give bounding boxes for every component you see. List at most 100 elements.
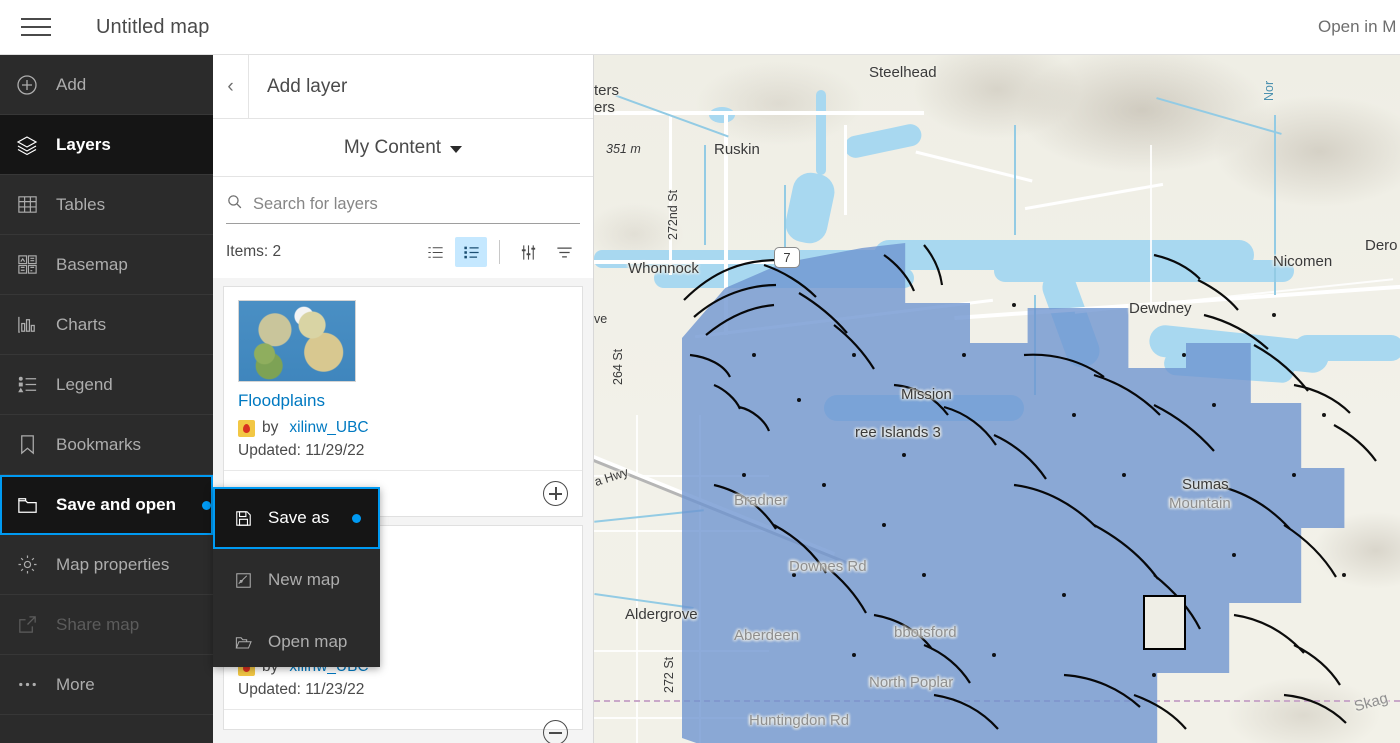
search-row [226, 193, 580, 224]
legend-list-icon [14, 372, 40, 398]
water-feature [816, 90, 826, 175]
results-toolbar: Items: 2 [226, 234, 580, 270]
sidebar-item-label: Charts [56, 314, 107, 334]
map-label: 272 St [662, 656, 676, 693]
sidebar-item-add[interactable]: Add [0, 55, 213, 115]
chevron-down-icon [450, 145, 463, 153]
road [844, 125, 847, 215]
sidebar-item-more[interactable]: More [0, 655, 213, 715]
sidebar-item-label: More [56, 674, 95, 694]
chevron-left-icon[interactable]: ‹ [213, 54, 249, 119]
menu-item-open-map[interactable]: Open map [213, 611, 380, 673]
road [636, 415, 638, 743]
map-label: Mountain [1169, 495, 1231, 512]
layer-owner-row: by xilinw_UBC [238, 419, 568, 437]
map-label: Aldergrove [625, 606, 698, 623]
map-label: ers [594, 99, 615, 116]
unsaved-changes-dot [201, 500, 211, 510]
sidebar-item-label: Basemap [56, 254, 128, 274]
map-label: Huntingdon Rd [749, 712, 850, 729]
menu-item-save-as[interactable]: Save as [213, 487, 380, 549]
save-and-open-flyout: Save as New map Open map [213, 487, 380, 667]
layer-title[interactable]: Floodplains [238, 391, 568, 411]
share-icon [14, 612, 40, 638]
card-footer [224, 709, 582, 743]
content-source-label: My Content [343, 136, 442, 158]
map-label: bbotsford [894, 624, 957, 641]
map-label: 264 St [611, 348, 625, 385]
sort-icon[interactable] [548, 237, 580, 267]
search-input[interactable] [253, 194, 580, 214]
bookmark-icon [14, 432, 40, 458]
gallery-list-view-icon[interactable] [455, 237, 487, 267]
menu-item-label: Save as [268, 508, 330, 527]
left-rail: Add Layers Tables Basemap Charts Legend … [0, 55, 213, 743]
world-map-thumbnail [238, 300, 356, 382]
hamburger-icon[interactable] [8, 0, 64, 55]
stream [704, 145, 706, 245]
by-label: by [262, 419, 279, 436]
map-label: North Poplar [869, 674, 954, 691]
sidebar-item-layers[interactable]: Layers [0, 115, 213, 175]
toolbar-divider [499, 240, 500, 264]
ellipsis-icon [14, 672, 40, 698]
new-map-icon [233, 570, 253, 590]
remove-layer-minus-icon[interactable] [543, 720, 568, 743]
sidebar-item-label: Add [56, 74, 87, 94]
card-body: Floodplains by xilinw_UBC Updated: 11/29… [224, 287, 582, 470]
list-view-icon[interactable] [419, 237, 451, 267]
view-tools [419, 237, 580, 267]
sidebar-item-label: Map properties [56, 554, 170, 574]
sidebar-item-label: Save and open [56, 495, 176, 514]
map-label: Mission [901, 386, 952, 403]
top-bar: Untitled map Open in M [0, 0, 1400, 55]
filter-sliders-icon[interactable] [512, 237, 544, 267]
map-label: Whonnock [628, 260, 699, 277]
water-feature [709, 107, 735, 123]
hamburger-bar [21, 26, 51, 28]
map-label: Nor [1262, 80, 1276, 101]
sidebar-item-label: Share map [56, 614, 140, 634]
hamburger-bar [21, 34, 51, 36]
open-in-map-viewer-link[interactable]: Open in M [1318, 17, 1400, 37]
list-item[interactable]: Floodplains by xilinw_UBC Updated: 11/29… [223, 286, 583, 517]
sidebar-item-map-properties[interactable]: Map properties [0, 535, 213, 595]
search-icon [226, 193, 243, 215]
map-label: ve [594, 312, 608, 326]
panel-title: Add layer [267, 75, 348, 97]
sidebar-item-label: Tables [56, 194, 106, 214]
map-canvas[interactable]: 7 Steelhead ters ers Ruskin 351 m Whonno… [594, 55, 1400, 743]
menu-item-label: New map [268, 570, 340, 589]
map-label: Nicomen [1273, 253, 1333, 270]
page-title[interactable]: Untitled map [96, 16, 209, 39]
map-label: ters [594, 82, 620, 99]
sidebar-item-share-map: Share map [0, 595, 213, 655]
sidebar-item-tables[interactable]: Tables [0, 175, 213, 235]
sidebar-item-bookmarks[interactable]: Bookmarks [0, 415, 213, 475]
highway-shield-label: 7 [783, 250, 791, 265]
sidebar-item-label: Layers [56, 134, 111, 154]
table-icon [14, 192, 40, 218]
layer-updated: Updated: 11/29/22 [238, 442, 365, 459]
road [1150, 145, 1152, 315]
menu-item-new-map[interactable]: New map [213, 549, 380, 611]
sidebar-item-save-and-open[interactable]: Save and open [0, 475, 213, 535]
basemap-grid-icon [14, 252, 40, 278]
panel-header: ‹ Add layer [213, 54, 593, 119]
sidebar-item-charts[interactable]: Charts [0, 295, 213, 355]
layer-author[interactable]: xilinw_UBC [289, 419, 368, 437]
add-layer-plus-icon[interactable] [543, 481, 568, 506]
map-label: Downes Rd [789, 558, 867, 575]
sidebar-item-label: Legend [56, 374, 113, 394]
road [594, 111, 924, 115]
highway-shield-7: 7 [774, 247, 800, 268]
sidebar-item-basemap[interactable]: Basemap [0, 235, 213, 295]
map-label: 351 m [606, 142, 641, 156]
sidebar-item-legend[interactable]: Legend [0, 355, 213, 415]
water-feature [994, 260, 1294, 282]
hamburger-bar [21, 18, 51, 20]
owner-badge-icon [238, 419, 255, 437]
bar-chart-icon [14, 312, 40, 338]
floppy-disk-icon [233, 508, 253, 528]
content-source-dropdown[interactable]: My Content [213, 119, 593, 177]
